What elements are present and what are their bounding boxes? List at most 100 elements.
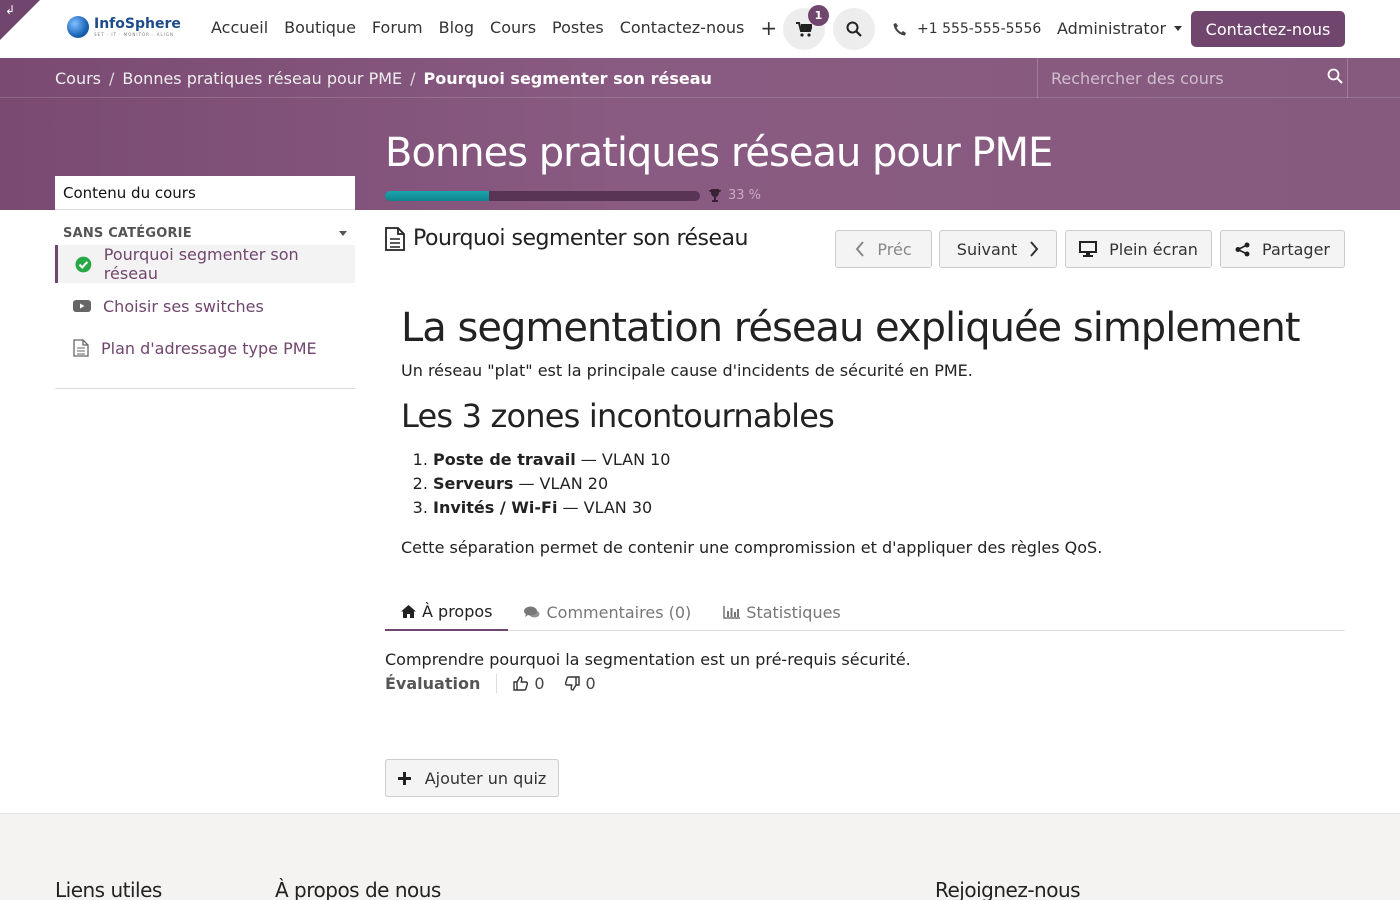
plus-icon: [397, 771, 411, 785]
chevron-right-icon: [1030, 241, 1039, 257]
tab-stats[interactable]: Statistiques: [707, 594, 856, 631]
breadcrumb-item-cours[interactable]: Cours: [55, 69, 101, 88]
chevron-left-icon: [856, 241, 865, 257]
share-button-label: Partager: [1262, 239, 1330, 259]
dislike-count: 0: [585, 674, 596, 693]
footer-heading-social: Rejoignez-nous: [935, 878, 1081, 900]
course-search-button[interactable]: [1327, 68, 1343, 88]
share-button[interactable]: Partager: [1220, 230, 1345, 268]
rating-label: Évaluation: [385, 674, 498, 693]
nav-item-forum[interactable]: Forum: [372, 18, 423, 38]
breadcrumb-separator: /: [109, 69, 115, 88]
brand-logo[interactable]: InfoSphere SET · IT · MONITOR · ALIGN: [67, 16, 181, 38]
tab-about[interactable]: À propos: [385, 594, 509, 631]
corner-arrow-icon[interactable]: ↲: [5, 4, 15, 16]
fullscreen-button-label: Plein écran: [1109, 239, 1198, 259]
chevron-down-icon: [1174, 26, 1183, 31]
course-progress-bar: [385, 191, 700, 201]
sidebar-item-switches[interactable]: Choisir ses switches: [55, 287, 355, 325]
zones-list: Poste de travail — VLAN 10 Serveurs — VL…: [401, 448, 1341, 520]
add-quiz-button[interactable]: Ajouter un quiz: [385, 759, 559, 797]
content-subheading: Les 3 zones incontournables: [401, 397, 835, 435]
course-search-input[interactable]: [1038, 58, 1347, 98]
chevron-down-icon: [339, 231, 347, 236]
sidebar-category[interactable]: SANS CATÉGORIE: [55, 226, 355, 241]
course-progress-label: 33 %: [708, 188, 761, 203]
sidebar-item-label: Choisir ses switches: [103, 296, 264, 316]
list-item: Serveurs — VLAN 20: [433, 472, 1341, 496]
rating-row: Évaluation 0 0: [385, 674, 616, 693]
zone-vlan: — VLAN 30: [557, 498, 653, 517]
share-icon: [1235, 242, 1250, 256]
cart-button[interactable]: 1: [783, 5, 829, 50]
next-button[interactable]: Suivant: [939, 230, 1057, 268]
sidebar-item-adressage[interactable]: Plan d'adressage type PME: [55, 329, 355, 367]
search-button[interactable]: [833, 8, 875, 50]
tab-stats-label: Statistiques: [746, 603, 841, 622]
prev-button[interactable]: Préc: [835, 230, 932, 268]
nav-item-cours[interactable]: Cours: [490, 18, 536, 38]
phone-icon: [893, 23, 906, 36]
next-button-label: Suivant: [956, 239, 1018, 259]
breadcrumb: Cours / Bonnes pratiques réseau pour PME…: [55, 69, 712, 88]
top-header: InfoSphere SET · IT · MONITOR · ALIGN Ac…: [0, 0, 1400, 58]
sidebar-header: Contenu du cours: [55, 176, 355, 210]
nav-item-contact[interactable]: Contactez-nous: [620, 18, 745, 38]
tab-comments-label: Commentaires (0): [546, 603, 692, 622]
course-progress-percent: 33 %: [728, 188, 762, 203]
thumbs-up-icon: [513, 676, 529, 691]
bar-chart-icon: [723, 606, 741, 619]
prev-button-label: Préc: [877, 239, 912, 259]
zone-vlan: — VLAN 20: [513, 474, 609, 493]
sidebar-items: Pourquoi segmenter son réseau Choisir se…: [55, 245, 355, 389]
brand-tagline: SET · IT · MONITOR · ALIGN: [94, 31, 174, 37]
sidebar-item-segmenter[interactable]: Pourquoi segmenter son réseau: [55, 245, 355, 283]
phone-link[interactable]: +1 555-555-5556: [893, 21, 1041, 37]
nav-plus-icon[interactable]: +: [760, 18, 777, 38]
lesson-tabs: À propos Commentaires (0) Statistiques: [385, 594, 1345, 631]
user-menu[interactable]: Administrator: [1057, 19, 1183, 38]
breadcrumb-current: Pourquoi segmenter son réseau: [423, 69, 712, 88]
cart-count-badge: 1: [808, 5, 829, 26]
nav-item-boutique[interactable]: Boutique: [284, 18, 356, 38]
breadcrumb-bar: Cours / Bonnes pratiques réseau pour PME…: [0, 58, 1400, 98]
lesson-title-row: Pourquoi segmenter son réseau: [385, 226, 748, 251]
fullscreen-button[interactable]: Plein écran: [1065, 230, 1212, 268]
zone-name: Invités / Wi-Fi: [433, 498, 558, 517]
thumbs-down-icon: [564, 676, 580, 691]
trophy-icon: [709, 189, 721, 202]
document-icon: [385, 226, 405, 251]
content-outro: Cette séparation permet de contenir une …: [401, 538, 1103, 557]
sidebar-category-label: SANS CATÉGORIE: [63, 226, 192, 241]
course-title: Bonnes pratiques réseau pour PME: [385, 130, 1053, 176]
tab-about-label: À propos: [422, 602, 493, 621]
user-name: Administrator: [1057, 19, 1167, 38]
dislike-button[interactable]: 0: [564, 674, 596, 693]
like-button[interactable]: 0: [513, 674, 545, 693]
contact-cta-button[interactable]: Contactez-nous: [1191, 11, 1345, 47]
lesson-content: La segmentation réseau expliquée simplem…: [401, 303, 1341, 560]
desktop-icon: [1079, 241, 1098, 257]
nav-item-blog[interactable]: Blog: [439, 18, 474, 38]
site-footer: Liens utiles À propos de nous Rejoignez-…: [0, 813, 1400, 900]
comments-icon: [524, 606, 540, 618]
nav-item-accueil[interactable]: Accueil: [211, 18, 268, 38]
zone-name: Serveurs: [433, 474, 514, 493]
breadcrumb-separator: /: [410, 69, 416, 88]
tab-comments[interactable]: Commentaires (0): [508, 594, 707, 631]
add-quiz-label: Ajouter un quiz: [424, 768, 547, 788]
breadcrumb-item-course[interactable]: Bonnes pratiques réseau pour PME: [122, 69, 402, 88]
document-icon: [73, 339, 89, 357]
course-progress-fill: [385, 191, 489, 201]
sidebar-item-label: Plan d'adressage type PME: [101, 338, 317, 358]
home-icon: [401, 605, 416, 618]
main-nav: Accueil Boutique Forum Blog Cours Postes…: [211, 18, 777, 38]
course-sidebar: Contenu du cours SANS CATÉGORIE Pourquoi…: [55, 176, 355, 389]
phone-number: +1 555-555-5556: [917, 21, 1042, 37]
content-heading: La segmentation réseau expliquée simplem…: [401, 305, 1301, 351]
brand-name: InfoSphere: [94, 15, 181, 32]
cart-icon: [796, 21, 812, 37]
lesson-description: Comprendre pourquoi la segmentation est …: [385, 650, 911, 669]
nav-item-postes[interactable]: Postes: [552, 18, 604, 38]
zone-name: Poste de travail: [433, 450, 576, 469]
